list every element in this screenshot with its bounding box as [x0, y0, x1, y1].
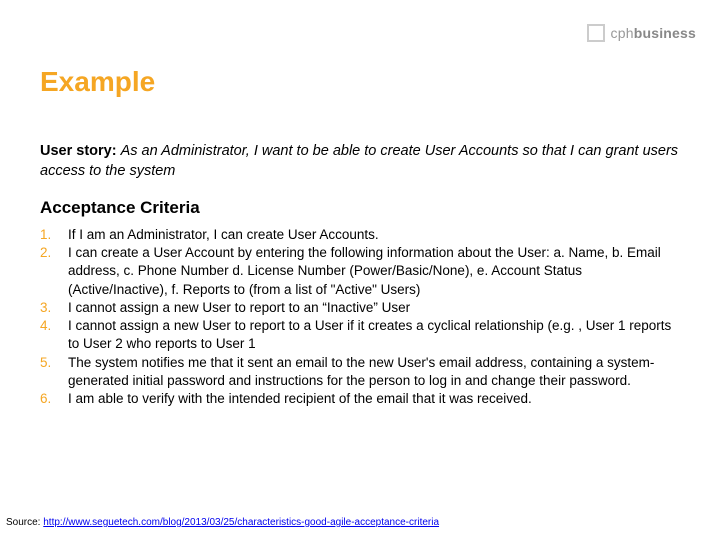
list-item: The system notifies me that it sent an e… — [40, 354, 680, 390]
list-item: I cannot assign a new User to report to … — [40, 317, 680, 353]
list-item: If I am an Administrator, I can create U… — [40, 226, 680, 244]
source-citation: Source: http://www.seguetech.com/blog/20… — [6, 517, 439, 528]
logo-prefix: cph — [611, 25, 634, 41]
user-story-text: As an Administrator, I want to be able t… — [40, 143, 678, 179]
list-item: I am able to verify with the intended re… — [40, 390, 680, 408]
logo-text: cphbusiness — [611, 25, 696, 41]
page-title: Example — [40, 66, 155, 98]
list-item: I can create a User Account by entering … — [40, 244, 680, 299]
logo-box-icon — [587, 24, 605, 42]
source-link[interactable]: http://www.seguetech.com/blog/2013/03/25… — [43, 517, 439, 528]
source-label: Source: — [6, 517, 43, 528]
brand-logo: cphbusiness — [587, 24, 696, 42]
acceptance-criteria-list: If I am an Administrator, I can create U… — [40, 226, 680, 408]
logo-suffix: business — [634, 25, 696, 41]
acceptance-criteria-title: Acceptance Criteria — [40, 198, 680, 218]
user-story: User story: As an Administrator, I want … — [40, 142, 680, 181]
user-story-label: User story: — [40, 143, 117, 159]
list-item: I cannot assign a new User to report to … — [40, 299, 680, 317]
